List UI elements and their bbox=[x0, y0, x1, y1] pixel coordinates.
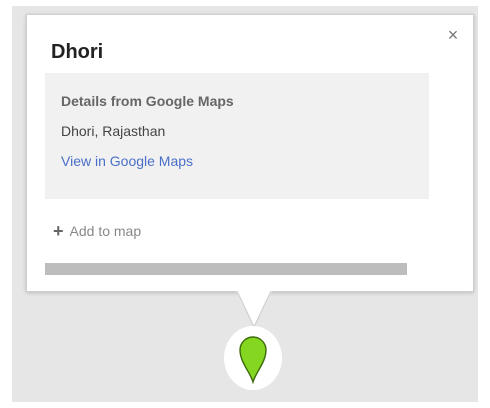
details-panel: Details from Google Maps Dhori, Rajastha… bbox=[45, 73, 429, 199]
place-address: Dhori, Rajasthan bbox=[61, 123, 166, 139]
map-pin-icon[interactable] bbox=[237, 334, 269, 384]
popup-pointer bbox=[236, 291, 272, 329]
close-icon[interactable]: × bbox=[445, 26, 461, 44]
add-to-map-label: Add to map bbox=[69, 223, 142, 239]
add-to-map-button[interactable]: + Add to map bbox=[53, 221, 141, 241]
loading-progress-bar bbox=[45, 263, 407, 275]
loading-progress-fill bbox=[45, 263, 407, 275]
place-info-popup: × Dhori Details from Google Maps Dhori, … bbox=[26, 14, 474, 292]
place-title: Dhori bbox=[51, 41, 104, 63]
details-heading: Details from Google Maps bbox=[61, 93, 234, 109]
view-in-google-maps-link[interactable]: View in Google Maps bbox=[61, 153, 193, 169]
plus-icon: + bbox=[53, 221, 64, 241]
